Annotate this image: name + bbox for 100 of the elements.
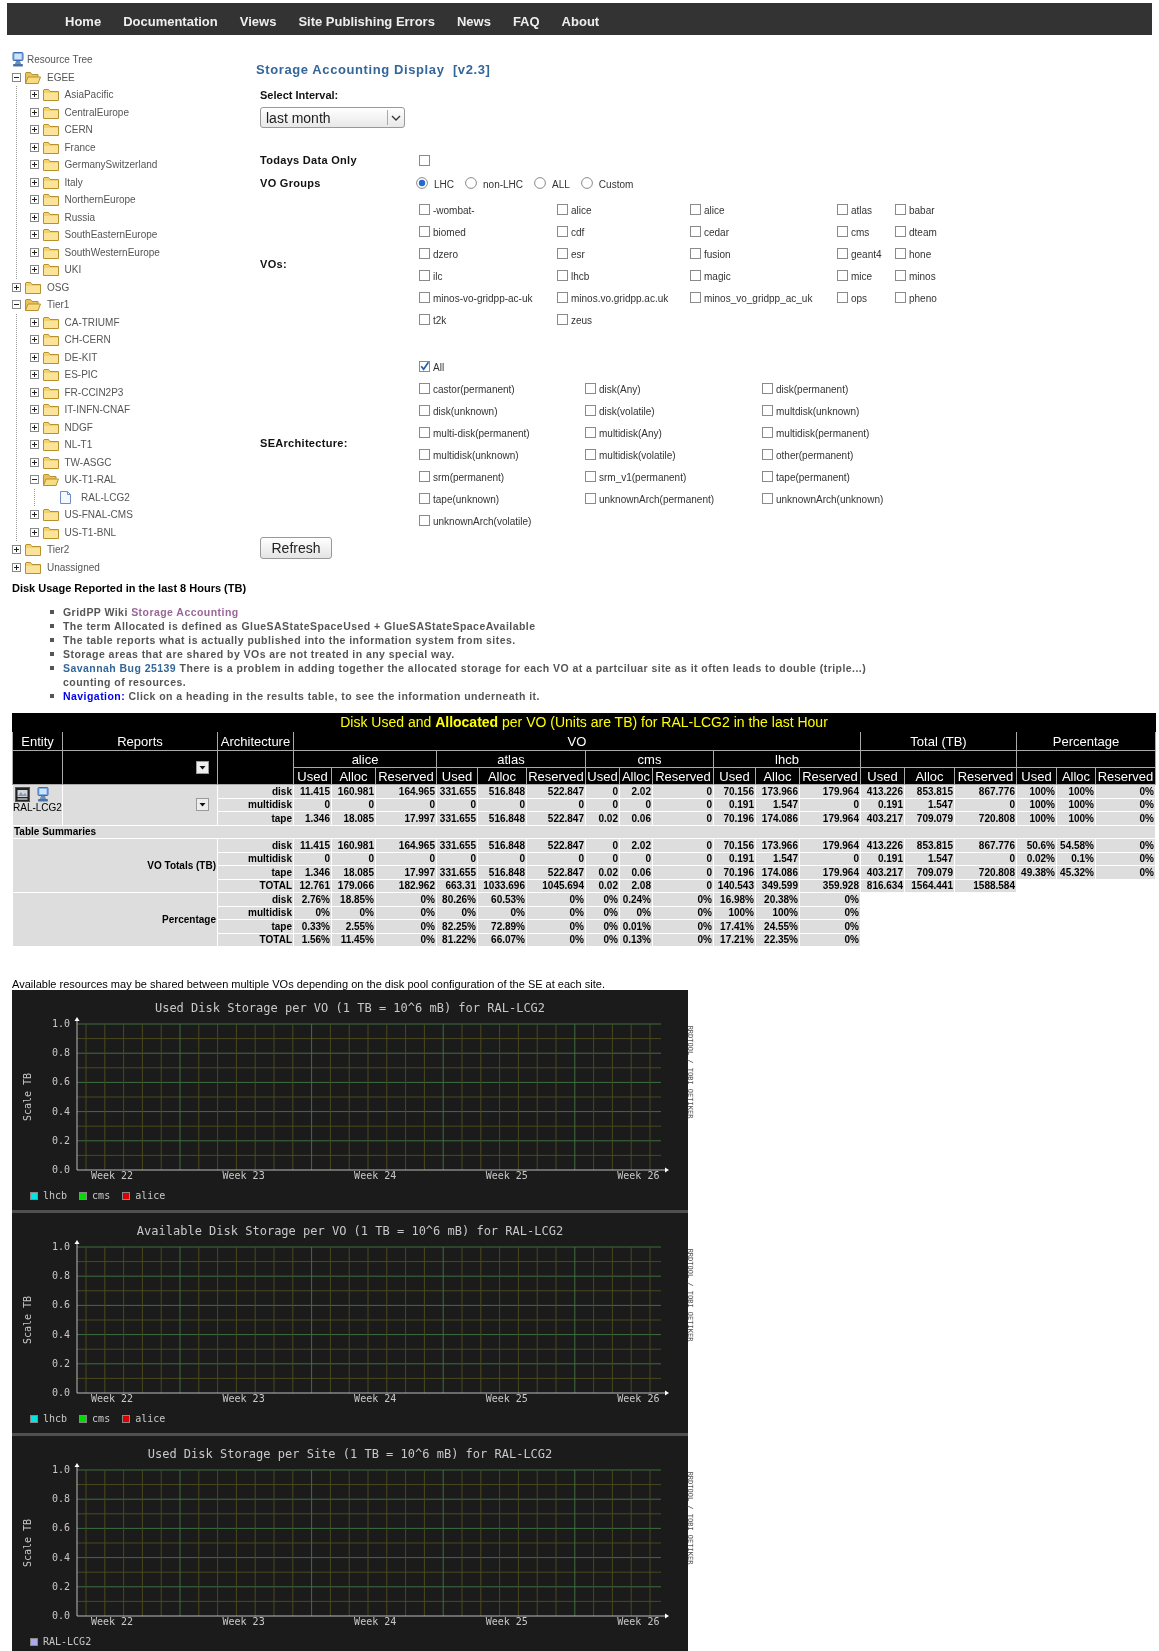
checkbox[interactable] xyxy=(419,404,430,416)
checkbox-label[interactable]: pheno xyxy=(909,293,937,305)
checkbox-label[interactable]: ops xyxy=(851,293,868,305)
tree-item[interactable]: Italy xyxy=(64,174,83,190)
checkbox[interactable] xyxy=(690,203,701,215)
checkbox[interactable] xyxy=(557,313,568,325)
checkbox-label[interactable]: dzero xyxy=(433,249,458,261)
expand-toggle[interactable] xyxy=(12,562,21,572)
nav-link[interactable]: Documentation xyxy=(123,14,218,29)
tree-item[interactable]: Tier2 xyxy=(47,542,70,558)
checkbox-label[interactable]: disk(permanent) xyxy=(776,384,849,396)
link[interactable]: Storage Accounting xyxy=(131,606,239,618)
checkbox-label[interactable]: multidisk(permanent) xyxy=(776,428,870,440)
checkbox[interactable] xyxy=(837,225,848,237)
checkbox[interactable] xyxy=(895,247,906,259)
checkbox[interactable] xyxy=(419,514,430,526)
checkbox-label[interactable]: srm_v1(permanent) xyxy=(599,472,687,484)
checkbox[interactable] xyxy=(585,448,596,460)
checkbox-label[interactable]: unknownArch(permanent) xyxy=(599,494,715,506)
tree-item[interactable]: SouthWesternEurope xyxy=(64,244,160,260)
checkbox[interactable] xyxy=(762,426,773,438)
checkbox[interactable] xyxy=(762,470,773,482)
checkbox-label[interactable]: geant4 xyxy=(851,249,882,261)
expand-toggle[interactable] xyxy=(29,317,39,327)
tree-item[interactable]: CA-TRIUMF xyxy=(64,314,120,330)
checkbox[interactable] xyxy=(585,492,596,504)
checkbox[interactable] xyxy=(557,225,568,237)
checkbox-label[interactable]: castor(permanent) xyxy=(433,384,515,396)
tree-item[interactable]: UK-T1-RAL xyxy=(64,472,117,488)
tree-item[interactable]: AsiaPacific xyxy=(64,87,114,103)
checkbox[interactable] xyxy=(419,269,430,281)
nav-link[interactable]: Views xyxy=(239,14,277,29)
expand-toggle[interactable] xyxy=(29,125,39,135)
refresh-button[interactable]: Refresh xyxy=(260,537,332,559)
checkbox-label[interactable]: unknownArch(unknown) xyxy=(776,494,884,506)
checkbox[interactable] xyxy=(762,404,773,416)
interval-select[interactable]: last month xyxy=(260,107,405,128)
checkbox[interactable] xyxy=(895,203,906,215)
nav-link[interactable]: FAQ xyxy=(512,14,540,29)
checkbox[interactable] xyxy=(895,269,906,281)
expand-toggle[interactable] xyxy=(29,177,39,187)
checkbox[interactable] xyxy=(419,225,430,237)
checkbox-label[interactable]: multidisk(unknown) xyxy=(433,450,519,462)
radio-button[interactable] xyxy=(580,177,593,189)
checkbox[interactable] xyxy=(762,448,773,460)
checkbox-label[interactable]: cms xyxy=(851,227,870,239)
tree-item[interactable]: DE-KIT xyxy=(64,349,98,365)
expand-toggle[interactable] xyxy=(12,300,21,310)
checkbox[interactable] xyxy=(419,382,430,394)
checkbox-label[interactable]: lhcb xyxy=(571,271,590,283)
checkbox-label[interactable]: multidisk(Any) xyxy=(599,428,662,440)
checkbox-label[interactable]: cedar xyxy=(704,227,729,239)
dropdown-button[interactable] xyxy=(196,761,209,774)
tree-item[interactable]: SouthEasternEurope xyxy=(64,227,158,243)
checkbox[interactable] xyxy=(419,291,430,303)
link[interactable]: Savannah Bug 25139 xyxy=(63,662,177,674)
checkbox-label[interactable]: multdisk(unknown) xyxy=(776,406,860,418)
nav-link[interactable]: Site Publishing Errors xyxy=(298,14,435,29)
checkbox[interactable] xyxy=(585,426,596,438)
checkbox[interactable] xyxy=(762,382,773,394)
checkbox-label[interactable]: All xyxy=(433,362,445,374)
checkbox[interactable] xyxy=(585,404,596,416)
checkbox-label[interactable]: babar xyxy=(909,205,935,217)
checkbox-label[interactable]: minos_vo_gridpp_ac_uk xyxy=(704,293,813,305)
checkbox-label[interactable]: unknownArch(volatile) xyxy=(433,516,532,528)
checkbox-label[interactable]: t2k xyxy=(433,315,447,327)
checkbox-label[interactable]: minos-vo-gridpp-ac-uk xyxy=(433,293,533,305)
checkbox-label[interactable]: magic xyxy=(704,271,731,283)
expand-toggle[interactable] xyxy=(29,195,39,205)
checkbox-label[interactable]: biomed xyxy=(433,227,466,239)
checkbox[interactable] xyxy=(419,154,430,166)
checkbox[interactable] xyxy=(837,269,848,281)
checkbox[interactable] xyxy=(557,291,568,303)
checkbox[interactable] xyxy=(762,492,773,504)
checkbox-label[interactable]: fusion xyxy=(704,249,731,261)
checkbox-label[interactable]: zeus xyxy=(571,315,593,327)
checkbox-label[interactable]: disk(Any) xyxy=(599,384,641,396)
checkbox-label[interactable]: cdf xyxy=(571,227,585,239)
checkbox[interactable] xyxy=(419,492,430,504)
checkbox[interactable] xyxy=(690,247,701,259)
radio-label[interactable]: non-LHC xyxy=(483,178,524,191)
tree-item[interactable]: ES-PIC xyxy=(64,367,98,383)
nav-link[interactable]: Home xyxy=(65,14,102,29)
dropdown-button[interactable] xyxy=(196,798,209,812)
tree-item[interactable]: France xyxy=(64,139,96,155)
radio-button[interactable] xyxy=(416,177,428,189)
expand-toggle[interactable] xyxy=(29,475,39,485)
expand-toggle[interactable] xyxy=(29,212,39,222)
expand-toggle[interactable] xyxy=(29,107,39,117)
checkbox-label[interactable]: disk(volatile) xyxy=(599,406,655,418)
checkbox[interactable] xyxy=(557,203,568,215)
expand-toggle[interactable] xyxy=(12,282,21,292)
checkbox[interactable] xyxy=(419,313,430,325)
checkbox-label[interactable]: -wombat- xyxy=(433,205,475,217)
tree-item[interactable]: Unassigned xyxy=(47,559,100,575)
tree-item[interactable]: EGEE xyxy=(47,69,75,85)
checkbox[interactable] xyxy=(557,247,568,259)
checkbox[interactable] xyxy=(419,426,430,438)
nav-link[interactable]: About xyxy=(561,14,600,29)
checkbox[interactable] xyxy=(690,291,701,303)
